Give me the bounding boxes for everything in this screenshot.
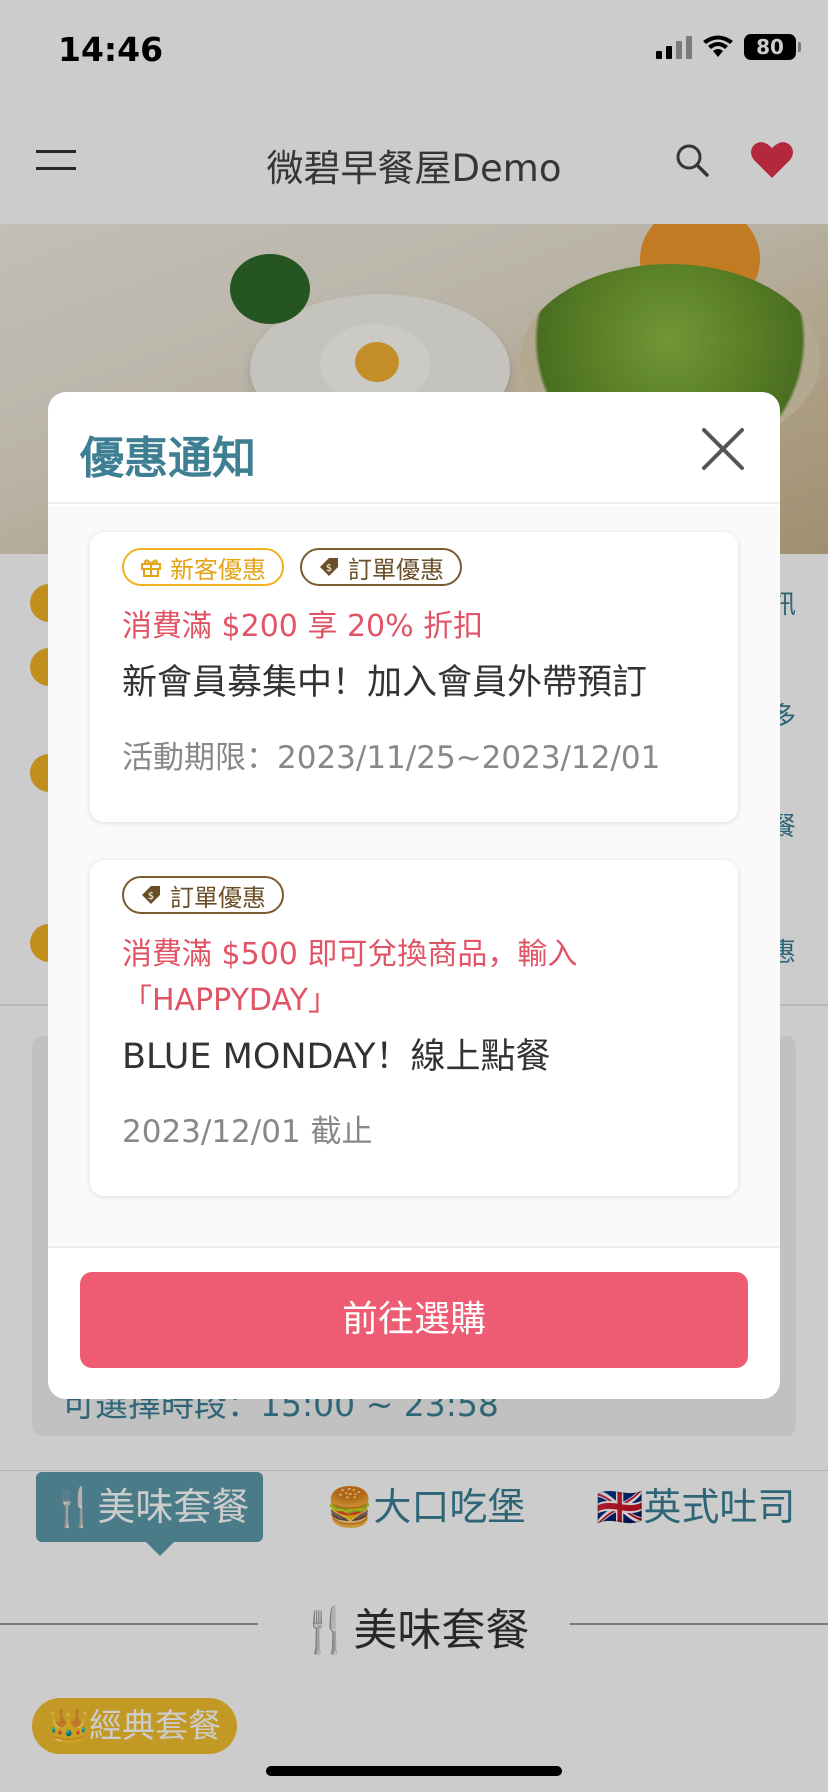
price-tag-icon: $ bbox=[142, 886, 160, 904]
promo-list: 新客優惠 $ 訂單優惠 消費滿 $200 享 20% 折扣 新會員募集中！加入會… bbox=[48, 506, 780, 1246]
tag-order-discount: $ 訂單優惠 bbox=[300, 548, 462, 586]
promo-headline: 消費滿 $500 即可兌換商品，輸入「HAPPYDAY」 bbox=[122, 937, 578, 1018]
gift-icon bbox=[141, 559, 161, 577]
modal-title: 優惠通知 bbox=[80, 433, 256, 484]
promo-card[interactable]: 新客優惠 $ 訂單優惠 消費滿 $200 享 20% 折扣 新會員募集中！加入會… bbox=[90, 532, 738, 822]
home-indicator[interactable] bbox=[266, 1766, 562, 1776]
svg-text:$: $ bbox=[148, 891, 154, 902]
promo-date: 2023/12/01 截止 bbox=[122, 1114, 373, 1150]
modal-header: 優惠通知 bbox=[48, 392, 780, 504]
price-tag-icon: $ bbox=[320, 558, 338, 576]
promo-card[interactable]: $ 訂單優惠 消費滿 $500 即可兌換商品，輸入「HAPPYDAY」 BLUE… bbox=[90, 860, 738, 1196]
tag-order-discount: $ 訂單優惠 bbox=[122, 876, 284, 914]
svg-text:$: $ bbox=[326, 563, 332, 574]
tag-new-customer: 新客優惠 bbox=[122, 548, 284, 586]
promo-title: 新會員募集中！加入會員外帶預訂 bbox=[122, 663, 648, 703]
promo-title: BLUE MONDAY！線上點餐 bbox=[122, 1037, 551, 1077]
promo-date: 活動期限：2023/11/25~2023/12/01 bbox=[122, 740, 661, 776]
close-icon[interactable] bbox=[700, 426, 746, 472]
promo-tags: $ 訂單優惠 bbox=[122, 876, 706, 914]
promo-headline: 消費滿 $200 享 20% 折扣 bbox=[122, 609, 484, 644]
promo-modal: 優惠通知 新客優惠 $ 訂單優惠 消費滿 $200 享 20% 折扣 新會員募集… bbox=[48, 392, 780, 1399]
go-shopping-button[interactable]: 前往選購 bbox=[80, 1272, 748, 1368]
modal-footer: 前往選購 bbox=[48, 1246, 780, 1399]
promo-tags: 新客優惠 $ 訂單優惠 bbox=[122, 548, 706, 586]
